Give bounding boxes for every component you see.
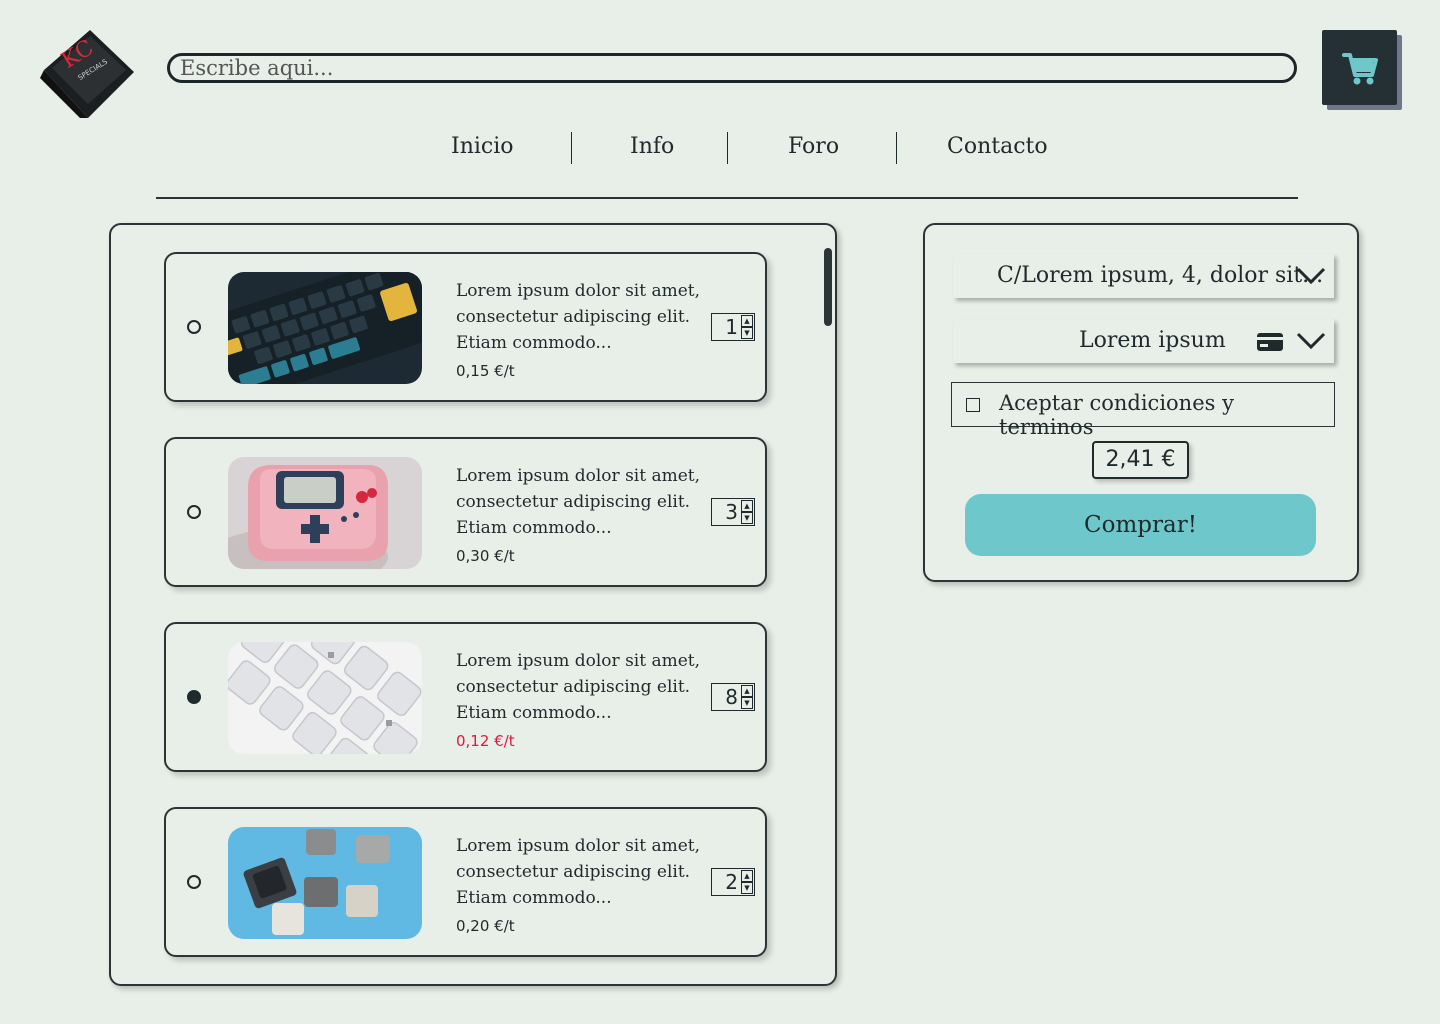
- product-description: Lorem ipsum dolor sit amet, consectetur …: [456, 651, 701, 723]
- credit-card-icon: [1257, 333, 1283, 351]
- product-price: 0,20 €/t: [456, 917, 515, 935]
- header-divider: [156, 197, 1298, 199]
- product-item[interactable]: Lorem ipsum dolor sit amet, consectetur …: [164, 437, 767, 587]
- nav-divider: [896, 132, 897, 164]
- quantity-value: 2: [725, 870, 738, 894]
- decrement-icon[interactable]: ▼: [741, 697, 753, 709]
- increment-icon[interactable]: ▲: [741, 870, 753, 882]
- product-price: 0,15 €/t: [456, 362, 515, 380]
- address-select[interactable]: C/Lorem ipsum, 4, dolor sit...: [953, 254, 1334, 298]
- product-price: 0,30 €/t: [456, 547, 515, 565]
- cart-button[interactable]: [1322, 30, 1397, 105]
- product-description: Lorem ipsum dolor sit amet, consectetur …: [456, 281, 701, 353]
- product-price: 0,12 €/t: [456, 732, 515, 750]
- product-select-radio[interactable]: [187, 320, 201, 334]
- product-image-grey-keycaps: [228, 827, 422, 939]
- decrement-icon[interactable]: ▼: [741, 882, 753, 894]
- product-select-radio[interactable]: [187, 690, 201, 704]
- product-image-gameboy-keycap: [228, 457, 422, 569]
- total-price: 2,41 €: [1092, 441, 1189, 479]
- quantity-value: 8: [725, 685, 738, 709]
- checkbox-box[interactable]: [966, 398, 980, 412]
- quantity-stepper[interactable]: 2 ▲ ▼: [711, 868, 755, 896]
- increment-icon[interactable]: ▲: [741, 315, 753, 327]
- nav-item-info[interactable]: Info: [630, 134, 674, 159]
- payment-select-value: Lorem ipsum: [1079, 328, 1226, 353]
- quantity-stepper[interactable]: 3 ▲ ▼: [711, 498, 755, 526]
- decrement-icon[interactable]: ▼: [741, 327, 753, 339]
- quantity-value: 1: [725, 315, 738, 339]
- product-select-radio[interactable]: [187, 875, 201, 889]
- payment-method-select[interactable]: Lorem ipsum: [953, 319, 1334, 363]
- nav-divider: [727, 132, 728, 164]
- quantity-stepper[interactable]: 1 ▲ ▼: [711, 313, 755, 341]
- product-item[interactable]: Lorem ipsum dolor sit amet, consectetur …: [164, 622, 767, 772]
- product-image-keyboard: [228, 272, 422, 384]
- increment-icon[interactable]: ▲: [741, 500, 753, 512]
- main-nav: Inicio Info Foro Contacto: [0, 128, 1440, 168]
- search-input[interactable]: [167, 53, 1297, 83]
- decrement-icon[interactable]: ▼: [741, 512, 753, 524]
- product-select-radio[interactable]: [187, 505, 201, 519]
- nav-item-inicio[interactable]: Inicio: [451, 134, 514, 159]
- terms-label: Aceptar condiciones y terminos: [999, 391, 1234, 439]
- product-description: Lorem ipsum dolor sit amet, consectetur …: [456, 466, 701, 538]
- address-select-value: C/Lorem ipsum, 4, dolor sit...: [997, 263, 1324, 288]
- nav-item-foro[interactable]: Foro: [788, 134, 839, 159]
- accept-terms-checkbox[interactable]: Aceptar condiciones y terminos: [951, 382, 1335, 439]
- chevron-down-icon: [1296, 267, 1326, 285]
- quantity-stepper[interactable]: 8 ▲ ▼: [711, 683, 755, 711]
- product-item[interactable]: Lorem ipsum dolor sit amet, consectetur …: [164, 807, 767, 957]
- shopping-cart-icon: [1341, 52, 1378, 84]
- quantity-value: 3: [725, 500, 738, 524]
- kc-specials-logo: KC SPECIALS: [40, 30, 134, 118]
- nav-divider: [571, 132, 572, 164]
- product-item[interactable]: Lorem ipsum dolor sit amet, consectetur …: [164, 252, 767, 402]
- product-description: Lorem ipsum dolor sit amet, consectetur …: [456, 836, 701, 908]
- increment-icon[interactable]: ▲: [741, 685, 753, 697]
- chevron-down-icon: [1296, 332, 1326, 350]
- buy-button[interactable]: Comprar!: [965, 494, 1316, 556]
- nav-item-contacto[interactable]: Contacto: [947, 134, 1048, 159]
- product-list-scrollbar[interactable]: [824, 248, 832, 326]
- product-image-white-keycaps: [228, 642, 422, 754]
